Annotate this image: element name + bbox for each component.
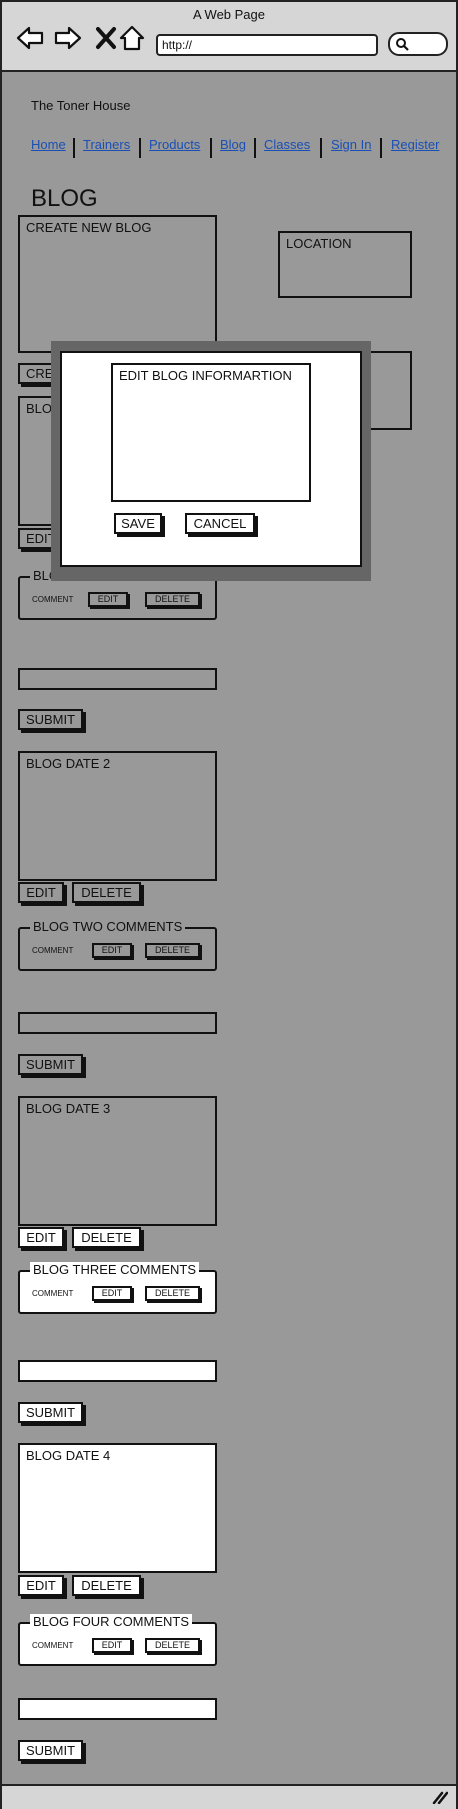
nav-separator: [380, 138, 382, 158]
comment-edit-button[interactable]: EDIT: [88, 592, 128, 607]
comment-edit-button[interactable]: EDIT: [92, 943, 132, 958]
blog-3-edit-button[interactable]: EDIT: [18, 1227, 64, 1248]
comment-delete-button[interactable]: DELETE: [145, 592, 200, 607]
blog-4-delete-button[interactable]: DELETE: [72, 1575, 141, 1596]
blog-date-2: BLOG DATE 2: [26, 756, 111, 771]
comment-text: COMMENT: [32, 595, 74, 604]
create-blog-label: CREATE NEW BLOG: [26, 220, 152, 235]
comment-text: COMMENT: [32, 1289, 74, 1298]
comment-delete-button[interactable]: DELETE: [145, 943, 200, 958]
stop-x-icon[interactable]: [92, 24, 120, 52]
nav-link-products[interactable]: Products: [149, 137, 200, 152]
nav-link-trainers[interactable]: Trainers: [83, 137, 130, 152]
search-box[interactable]: [388, 32, 448, 56]
blog-4-comments-legend: BLOG FOUR COMMENTS: [30, 1614, 193, 1630]
browser-window: A Web Page http:// The Toner House Home …: [0, 0, 458, 1809]
home-icon[interactable]: [118, 24, 146, 52]
location-box: LOCATION: [278, 231, 412, 298]
nav-separator: [73, 138, 75, 158]
edit-blog-textarea[interactable]: EDIT BLOG INFORMARTION: [111, 363, 311, 502]
blog-post-4: BLOG DATE 4: [18, 1443, 217, 1573]
blog-1-comment-input[interactable]: [18, 668, 217, 690]
blog-date-4: BLOG DATE 4: [26, 1448, 111, 1463]
back-arrow-icon[interactable]: [16, 24, 44, 52]
blog-4-comment-input[interactable]: [18, 1698, 217, 1720]
comment-text: COMMENT: [32, 1641, 74, 1650]
blog-2-edit-button[interactable]: EDIT: [18, 882, 64, 903]
blog-2-comments: BLOG TWO COMMENTS COMMENT EDIT DELETE: [18, 919, 217, 971]
nav-separator: [254, 138, 256, 158]
blog-1-comments: BLOG ONE COMMENTS COMMENT EDIT DELETE: [18, 568, 217, 620]
modal-title: EDIT BLOG INFORMARTION: [119, 368, 292, 383]
page-content: The Toner House Home Trainers Products B…: [2, 72, 456, 1807]
nav-separator: [320, 138, 322, 158]
nav-link-register[interactable]: Register: [391, 137, 439, 152]
modal-cancel-button[interactable]: CANCEL: [185, 513, 255, 534]
blog-2-comment-input[interactable]: [18, 1012, 217, 1034]
blog-3-delete-button[interactable]: DELETE: [72, 1227, 141, 1248]
status-bar: [2, 1784, 456, 1809]
browser-toolbar: A Web Page http://: [2, 2, 456, 72]
nav-link-classes[interactable]: Classes: [264, 137, 310, 152]
address-bar[interactable]: http://: [156, 34, 378, 56]
comment-delete-button[interactable]: DELETE: [145, 1638, 200, 1653]
blog-2-submit-button[interactable]: SUBMIT: [18, 1054, 83, 1075]
blog-3-comments: BLOG THREE COMMENTS COMMENT EDIT DELETE: [18, 1262, 217, 1314]
blog-3-comments-legend: BLOG THREE COMMENTS: [30, 1262, 200, 1278]
blog-date-3: BLOG DATE 3: [26, 1101, 111, 1116]
comment-edit-button[interactable]: EDIT: [92, 1286, 132, 1301]
resize-grip-icon[interactable]: [432, 1790, 448, 1804]
site-name: The Toner House: [31, 98, 131, 113]
nav-separator: [139, 138, 141, 158]
nav-link-blog[interactable]: Blog: [220, 137, 246, 152]
comment-edit-button[interactable]: EDIT: [92, 1638, 132, 1653]
blog-post-2: BLOG DATE 2: [18, 751, 217, 881]
modal-save-button[interactable]: SAVE: [114, 513, 162, 534]
nav-link-sign-in[interactable]: Sign In: [331, 137, 371, 152]
blog-2-comments-legend: BLOG TWO COMMENTS: [30, 919, 186, 935]
nav-link-home[interactable]: Home: [31, 137, 66, 152]
blog-4-edit-button[interactable]: EDIT: [18, 1575, 64, 1596]
blog-3-submit-button[interactable]: SUBMIT: [18, 1402, 83, 1423]
forward-arrow-icon[interactable]: [54, 24, 82, 52]
page-title: BLOG: [31, 185, 98, 212]
blog-post-3: BLOG DATE 3: [18, 1096, 217, 1226]
window-title: A Web Page: [192, 7, 266, 22]
blog-2-delete-button[interactable]: DELETE: [72, 882, 141, 903]
comment-delete-button[interactable]: DELETE: [145, 1286, 200, 1301]
blog-1-submit-button[interactable]: SUBMIT: [18, 709, 83, 730]
location-label: LOCATION: [286, 236, 352, 251]
blog-4-submit-button[interactable]: SUBMIT: [18, 1740, 83, 1761]
blog-4-comments: BLOG FOUR COMMENTS COMMENT EDIT DELETE: [18, 1614, 217, 1666]
magnifier-icon: [396, 38, 409, 51]
comment-text: COMMENT: [32, 946, 74, 955]
blog-3-comment-input[interactable]: [18, 1360, 217, 1382]
create-blog-textarea[interactable]: CREATE NEW BLOG: [18, 215, 217, 353]
nav-separator: [210, 138, 212, 158]
